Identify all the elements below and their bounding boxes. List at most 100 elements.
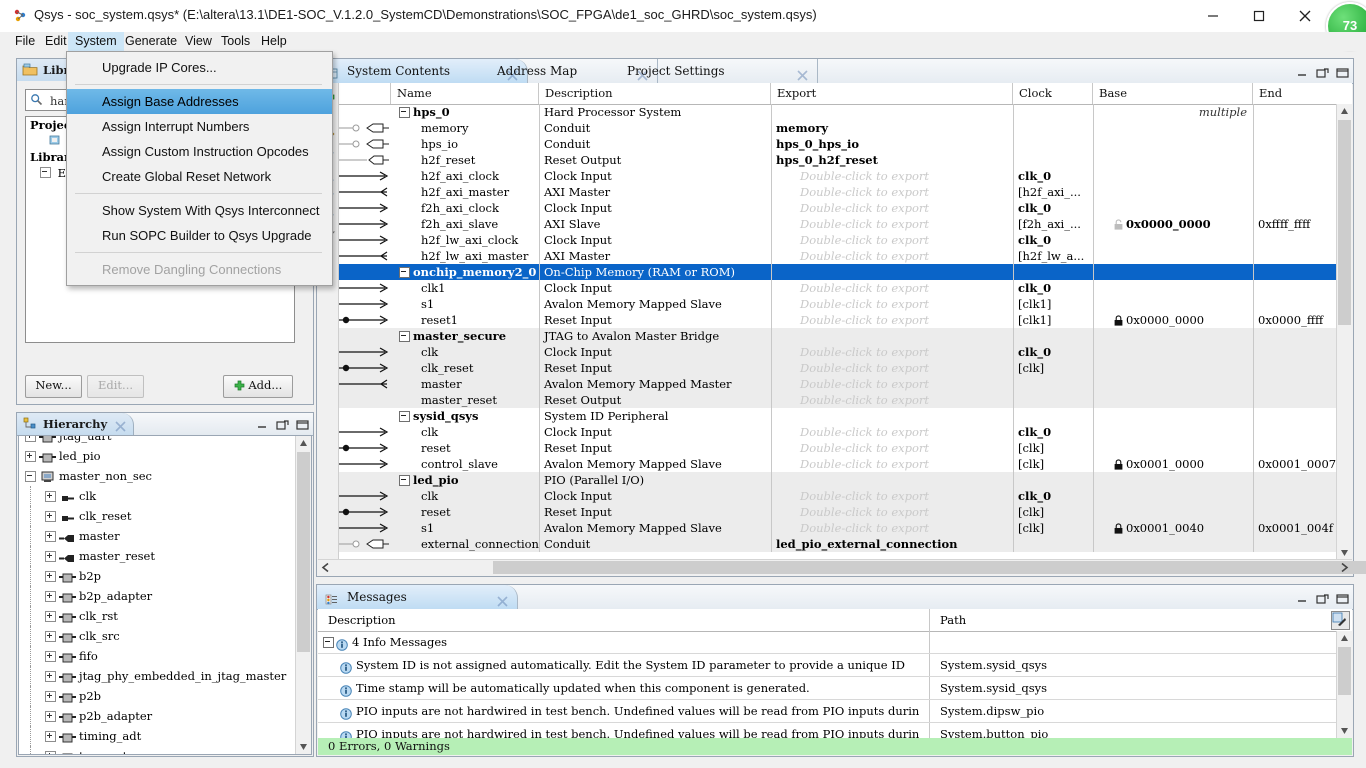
cell-name[interactable]: onchip_memory2_0 bbox=[391, 264, 547, 280]
connection-graph-cell[interactable] bbox=[339, 104, 391, 120]
cell-export[interactable]: led_pio_external_connection bbox=[771, 536, 1013, 552]
connection-graph-cell[interactable] bbox=[339, 536, 391, 552]
cell-clock[interactable]: clk_0 bbox=[1013, 488, 1093, 504]
cell-clock[interactable]: [clk] bbox=[1013, 440, 1093, 456]
cell-name[interactable]: h2f_axi_clock bbox=[391, 168, 547, 184]
cell-clock[interactable]: clk_0 bbox=[1013, 232, 1093, 248]
cell-name[interactable]: clk_reset bbox=[391, 360, 547, 376]
menu-help[interactable]: Help bbox=[254, 32, 294, 51]
cell-name[interactable]: memory bbox=[391, 120, 547, 136]
hierarchy-maximize-icon[interactable] bbox=[296, 418, 309, 431]
cell-export[interactable] bbox=[771, 328, 1013, 344]
table-row-port[interactable]: master Avalon Memory Mapped Master Double-… bbox=[339, 376, 1352, 392]
messages-column-path[interactable]: Path bbox=[930, 609, 1320, 631]
cell-base-address[interactable] bbox=[1093, 488, 1253, 504]
table-row-port[interactable]: external_connection Conduit led_pio_extern… bbox=[339, 536, 1352, 552]
scroll-down-icon[interactable] bbox=[296, 739, 311, 754]
cell-base-address[interactable] bbox=[1093, 328, 1253, 344]
cell-export[interactable] bbox=[771, 408, 1013, 424]
cell-name[interactable]: h2f_lw_axi_master bbox=[391, 248, 547, 264]
expand-icon[interactable] bbox=[45, 671, 56, 682]
cell-export[interactable]: Double-click to export bbox=[771, 488, 1013, 504]
connection-graph-cell[interactable] bbox=[339, 392, 391, 408]
column-header-base[interactable]: Base bbox=[1093, 83, 1253, 104]
connection-graph-cell[interactable] bbox=[339, 296, 391, 312]
cell-name[interactable]: h2f_lw_axi_clock bbox=[391, 232, 547, 248]
cell-export[interactable]: Double-click to export bbox=[771, 168, 1013, 184]
expand-icon[interactable] bbox=[25, 436, 36, 442]
connection-graph-cell[interactable] bbox=[339, 408, 391, 424]
cell-clock[interactable]: [clk1] bbox=[1013, 296, 1093, 312]
cell-clock[interactable]: [clk] bbox=[1013, 504, 1093, 520]
table-row-port[interactable]: reset Reset Input Double-click to export [c… bbox=[339, 440, 1352, 456]
cell-base-address[interactable] bbox=[1093, 152, 1253, 168]
messages-vertical-scrollbar[interactable] bbox=[1336, 631, 1352, 738]
expand-icon[interactable] bbox=[45, 571, 56, 582]
expand-icon[interactable] bbox=[45, 711, 56, 722]
hierarchy-vertical-scrollbar[interactable] bbox=[295, 436, 311, 754]
cell-clock[interactable]: [clk] bbox=[1013, 456, 1093, 472]
cell-name[interactable]: clk bbox=[391, 424, 547, 440]
cell-export[interactable]: Double-click to export bbox=[771, 376, 1013, 392]
cell-name[interactable]: master bbox=[391, 376, 547, 392]
window-minimize-button[interactable] bbox=[1190, 0, 1236, 32]
hierarchy-item-p2b[interactable]: p2b bbox=[19, 686, 296, 706]
cell-name[interactable]: h2f_reset bbox=[391, 152, 547, 168]
cell-clock[interactable]: [clk] bbox=[1013, 520, 1093, 536]
cell-clock[interactable] bbox=[1013, 472, 1093, 488]
table-row-port[interactable]: clk1 Clock Input Double-click to export clk… bbox=[339, 280, 1352, 296]
hierarchy-item-master_non_sec[interactable]: master_non_sec bbox=[19, 466, 296, 486]
connection-graph-cell[interactable] bbox=[339, 248, 391, 264]
cell-name[interactable]: hps_0 bbox=[391, 104, 547, 120]
cell-name[interactable]: control_slave bbox=[391, 456, 547, 472]
cell-base-address[interactable] bbox=[1093, 376, 1253, 392]
hierarchy-item-p2b_adapter[interactable]: p2b_adapter bbox=[19, 706, 296, 726]
hierarchy-item-transacto[interactable]: transacto bbox=[19, 746, 296, 754]
cell-export[interactable]: Double-click to export bbox=[771, 296, 1013, 312]
cell-clock[interactable]: [h2f_lw_a... bbox=[1013, 248, 1093, 264]
system-table-vertical-scrollbar[interactable] bbox=[1336, 104, 1352, 560]
column-header-description[interactable]: Description bbox=[539, 83, 771, 104]
messages-column-description[interactable]: Description bbox=[318, 609, 930, 631]
connection-graph-cell[interactable] bbox=[339, 360, 391, 376]
messages-group-description[interactable]: 4 Info Messages bbox=[318, 631, 930, 653]
collapse-icon[interactable] bbox=[399, 331, 410, 342]
messages-group-row[interactable]: 4 Info Messages bbox=[318, 631, 1352, 654]
cell-export[interactable]: Double-click to export bbox=[771, 424, 1013, 440]
cell-base-address[interactable] bbox=[1093, 424, 1253, 440]
table-scroll-right-icon[interactable] bbox=[1337, 560, 1352, 575]
connection-graph-cell[interactable] bbox=[339, 216, 391, 232]
column-header-end[interactable]: End bbox=[1253, 83, 1352, 104]
messages-minimize-icon[interactable] bbox=[1296, 592, 1309, 605]
cell-name[interactable]: reset bbox=[391, 440, 547, 456]
connection-graph-cell[interactable] bbox=[339, 456, 391, 472]
message-description-cell[interactable]: PIO inputs are not hardwired in test ben… bbox=[318, 723, 930, 738]
cell-base-address[interactable] bbox=[1093, 136, 1253, 152]
message-row[interactable]: Time stamp will be automatically updated… bbox=[318, 677, 1352, 700]
cell-name[interactable]: clk bbox=[391, 344, 547, 360]
table-row-port[interactable]: master_reset Reset Output Double-click to … bbox=[339, 392, 1352, 408]
connection-graph-cell[interactable] bbox=[339, 136, 391, 152]
cell-name[interactable]: s1 bbox=[391, 296, 547, 312]
message-row[interactable]: PIO inputs are not hardwired in test ben… bbox=[318, 700, 1352, 723]
cell-export[interactable]: Double-click to export bbox=[771, 248, 1013, 264]
cell-clock[interactable]: clk_0 bbox=[1013, 344, 1093, 360]
hierarchy-tree-list[interactable]: jtag_uart led_pio master_non_sec clk clk_res… bbox=[19, 436, 296, 754]
cell-clock[interactable] bbox=[1013, 152, 1093, 168]
cell-name[interactable]: master_reset bbox=[391, 392, 547, 408]
cell-export[interactable]: Double-click to export bbox=[771, 232, 1013, 248]
add-button[interactable]: Add... bbox=[223, 375, 293, 398]
column-header-name[interactable]: Name bbox=[391, 83, 539, 104]
cell-base-address[interactable] bbox=[1093, 232, 1253, 248]
cell-clock[interactable]: clk_0 bbox=[1013, 168, 1093, 184]
collapse-icon[interactable] bbox=[25, 471, 36, 482]
hierarchy-item-timing_adt[interactable]: timing_adt bbox=[19, 726, 296, 746]
connection-graph-cell[interactable] bbox=[339, 184, 391, 200]
connection-graph-cell[interactable] bbox=[339, 200, 391, 216]
system-minimize-icon[interactable] bbox=[1296, 66, 1309, 79]
table-row-module[interactable]: hps_0 Hard Processor System multiple bbox=[339, 104, 1352, 120]
cell-base-address[interactable]: multiple bbox=[1093, 104, 1253, 120]
menu-item-assign-interrupt-numbers[interactable]: Assign Interrupt Numbers bbox=[67, 114, 332, 139]
cell-clock[interactable]: [clk] bbox=[1013, 360, 1093, 376]
system-dropdown-menu[interactable]: Upgrade IP Cores... Assign Base Addresses… bbox=[66, 51, 333, 286]
